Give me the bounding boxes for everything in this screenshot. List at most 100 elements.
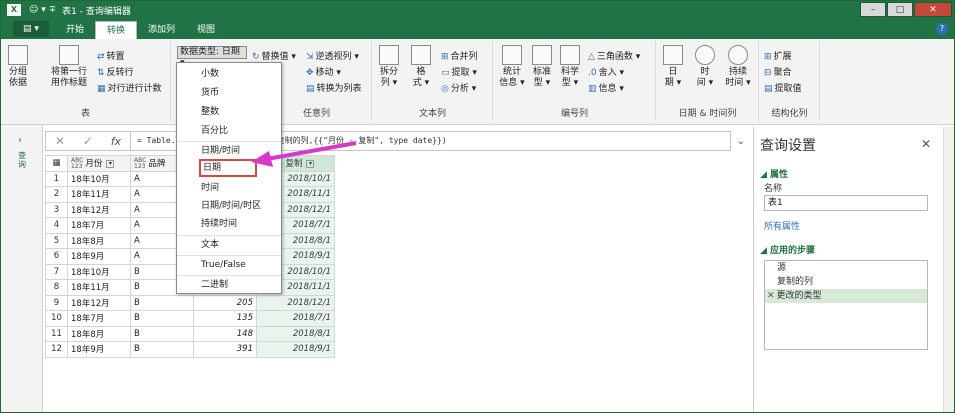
step-duplicated-column[interactable]: 复制的列 xyxy=(765,275,927,289)
extract-values-button[interactable]: ▤ 提取值 xyxy=(764,81,802,94)
delete-step-icon[interactable]: ✕ xyxy=(767,291,775,301)
commit-formula-icon[interactable]: ✓ xyxy=(83,134,93,148)
standard-button[interactable]: 标准 型 ▾ xyxy=(530,45,554,89)
applied-steps-section-title[interactable]: ◢ 应用的步骤 xyxy=(760,243,815,256)
cell-month-copy[interactable]: 2018/12/1 xyxy=(256,294,335,311)
cell-sales[interactable]: 391 xyxy=(193,341,257,358)
menu-item-datetime[interactable]: 日期/时间 xyxy=(177,141,281,159)
vertical-scrollbar[interactable] xyxy=(943,127,954,412)
table-row[interactable]: 11 18年8月 B 148 2018/8/1 xyxy=(45,325,335,342)
query-name-input[interactable]: 表1 xyxy=(764,195,928,211)
cell-month[interactable]: 18年10月 xyxy=(67,263,131,280)
cell-sales[interactable]: 148 xyxy=(193,325,257,342)
date-button[interactable]: 日 期 ▾ xyxy=(661,45,685,89)
split-column-button[interactable]: 拆分 列 ▾ xyxy=(377,45,401,89)
minimize-button[interactable]: – xyxy=(860,2,886,17)
menu-item-duration[interactable]: 持续时间 xyxy=(177,215,281,233)
tab-transform[interactable]: 转换 xyxy=(95,21,138,39)
move-button[interactable]: ✥ 移动 ▾ xyxy=(306,65,341,78)
cell-month[interactable]: 18年12月 xyxy=(67,201,131,218)
filter-dropdown-icon[interactable]: ▾ xyxy=(306,159,315,168)
properties-section-title[interactable]: ◢ 属性 xyxy=(760,167,788,180)
cell-brand[interactable]: B xyxy=(130,310,194,327)
formula-controls: ✕ ✓ fx xyxy=(45,131,131,151)
expand-queries-icon[interactable]: › xyxy=(18,135,22,146)
cell-sales[interactable]: 205 xyxy=(193,294,257,311)
cell-month[interactable]: 18年7月 xyxy=(67,217,131,234)
table-row[interactable]: 9 18年12月 B 205 2018/12/1 xyxy=(45,294,335,311)
info-icon: ▥ xyxy=(588,84,597,94)
menu-item-binary[interactable]: 二进制 xyxy=(177,275,281,293)
menu-item-datetimezone[interactable]: 日期/时间/时区 xyxy=(177,197,281,215)
cell-brand[interactable]: B xyxy=(130,325,194,342)
unpivot-button[interactable]: ⇲ 逆透视列 ▾ xyxy=(306,49,359,62)
maximize-button[interactable]: □ xyxy=(887,2,913,17)
replace-values-button[interactable]: ↻ 替换值 ▾ xyxy=(252,49,296,62)
table-row[interactable]: 12 18年9月 B 391 2018/9/1 xyxy=(45,341,335,358)
menu-item-currency[interactable]: 货币 xyxy=(177,84,281,102)
duration-button[interactable]: 持续 时间 ▾ xyxy=(723,45,753,89)
cell-brand[interactable]: B xyxy=(130,341,194,358)
step-changed-type[interactable]: ✕ 更改的类型 xyxy=(765,289,927,303)
cell-month-copy[interactable]: 2018/7/1 xyxy=(256,310,335,327)
statistics-button[interactable]: 统计 信息 ▾ xyxy=(498,45,526,89)
data-type-dropdown[interactable]: 数据类型: 日期 ▾ xyxy=(177,46,247,68)
cell-month[interactable]: 18年11月 xyxy=(67,279,131,296)
table-row[interactable]: 10 18年7月 B 135 2018/7/1 xyxy=(45,310,335,327)
parse-button[interactable]: ◎ 分析 ▾ xyxy=(441,81,476,94)
cell-month[interactable]: 18年9月 xyxy=(67,341,131,358)
tab-add-column[interactable]: 添加列 xyxy=(137,21,186,39)
transpose-button[interactable]: ⇄ 转置 xyxy=(97,49,125,62)
expand-button[interactable]: ⊞ 扩展 xyxy=(764,49,792,62)
close-pane-icon[interactable]: ✕ xyxy=(921,137,931,151)
file-menu-button[interactable]: ▤ ▾ xyxy=(13,21,49,37)
help-icon[interactable]: ? xyxy=(936,23,948,35)
convert-to-list-button[interactable]: ▤ 转换为列表 xyxy=(306,81,362,94)
cell-month[interactable]: 18年7月 xyxy=(67,310,131,327)
tab-view[interactable]: 视图 xyxy=(186,21,226,39)
trigonometry-button[interactable]: △ 三角函数 ▾ xyxy=(588,49,640,62)
cell-month[interactable]: 18年11月 xyxy=(67,186,131,203)
tab-home[interactable]: 开始 xyxy=(55,21,95,39)
column-header-month[interactable]: ABC 123 月份 ▾ xyxy=(67,155,131,172)
time-button[interactable]: 时 间 ▾ xyxy=(693,45,717,89)
cell-month-copy[interactable]: 2018/8/1 xyxy=(256,325,335,342)
close-button[interactable]: ✕ xyxy=(914,2,952,17)
filter-dropdown-icon[interactable]: ▾ xyxy=(106,159,115,168)
cancel-formula-icon[interactable]: ✕ xyxy=(55,134,65,148)
rounding-button[interactable]: .0 舍入 ▾ xyxy=(588,65,624,78)
first-row-header-button[interactable]: 将第一行 用作标题 xyxy=(47,45,91,89)
step-source[interactable]: 源 xyxy=(765,261,927,275)
table-corner-icon[interactable]: ▦ xyxy=(45,155,68,172)
cell-month[interactable]: 18年12月 xyxy=(67,294,131,311)
count-rows-button[interactable]: ▦ 对行进行计数 xyxy=(97,81,162,94)
format-button[interactable]: 格 式 ▾ xyxy=(409,45,433,89)
cell-brand[interactable]: B xyxy=(130,294,194,311)
cell-month[interactable]: 18年10月 xyxy=(67,170,131,187)
merge-columns-button[interactable]: ⊞ 合并列 xyxy=(441,49,478,62)
menu-item-text[interactable]: 文本 xyxy=(177,235,281,253)
cell-month[interactable]: 18年9月 xyxy=(67,248,131,265)
menu-item-integer[interactable]: 整数 xyxy=(177,103,281,121)
group-by-button[interactable]: 分组 依据 xyxy=(5,45,31,89)
menu-item-decimal[interactable]: 小数 xyxy=(177,65,281,83)
menu-item-percentage[interactable]: 百分比 xyxy=(177,122,281,140)
menu-item-date[interactable]: 日期 xyxy=(199,159,257,177)
cell-month-copy[interactable]: 2018/9/1 xyxy=(256,341,335,358)
reverse-rows-button[interactable]: ⇅ 反转行 xyxy=(97,65,134,78)
scientific-button[interactable]: 科学 型 ▾ xyxy=(558,45,582,89)
menu-item-time[interactable]: 时间 xyxy=(177,179,281,197)
extract-button[interactable]: ▭ 提取 ▾ xyxy=(441,65,477,78)
fx-icon[interactable]: fx xyxy=(111,135,121,148)
cell-sales[interactable]: 135 xyxy=(193,310,257,327)
cell-month[interactable]: 18年8月 xyxy=(67,325,131,342)
quick-access-toolbar[interactable]: ☺ ▾ ∓ xyxy=(29,5,56,15)
aggregate-button[interactable]: ⊟ 聚合 xyxy=(764,65,792,78)
information-button[interactable]: ▥ 信息 ▾ xyxy=(588,81,624,94)
menu-item-true-false[interactable]: True/False xyxy=(177,255,281,273)
cell-month[interactable]: 18年8月 xyxy=(67,232,131,249)
calendar-icon xyxy=(663,45,683,65)
queries-label[interactable]: 查询 xyxy=(18,151,27,169)
all-properties-link[interactable]: 所有属性 xyxy=(764,219,800,232)
expand-formula-icon[interactable]: ⌄ xyxy=(737,136,745,147)
